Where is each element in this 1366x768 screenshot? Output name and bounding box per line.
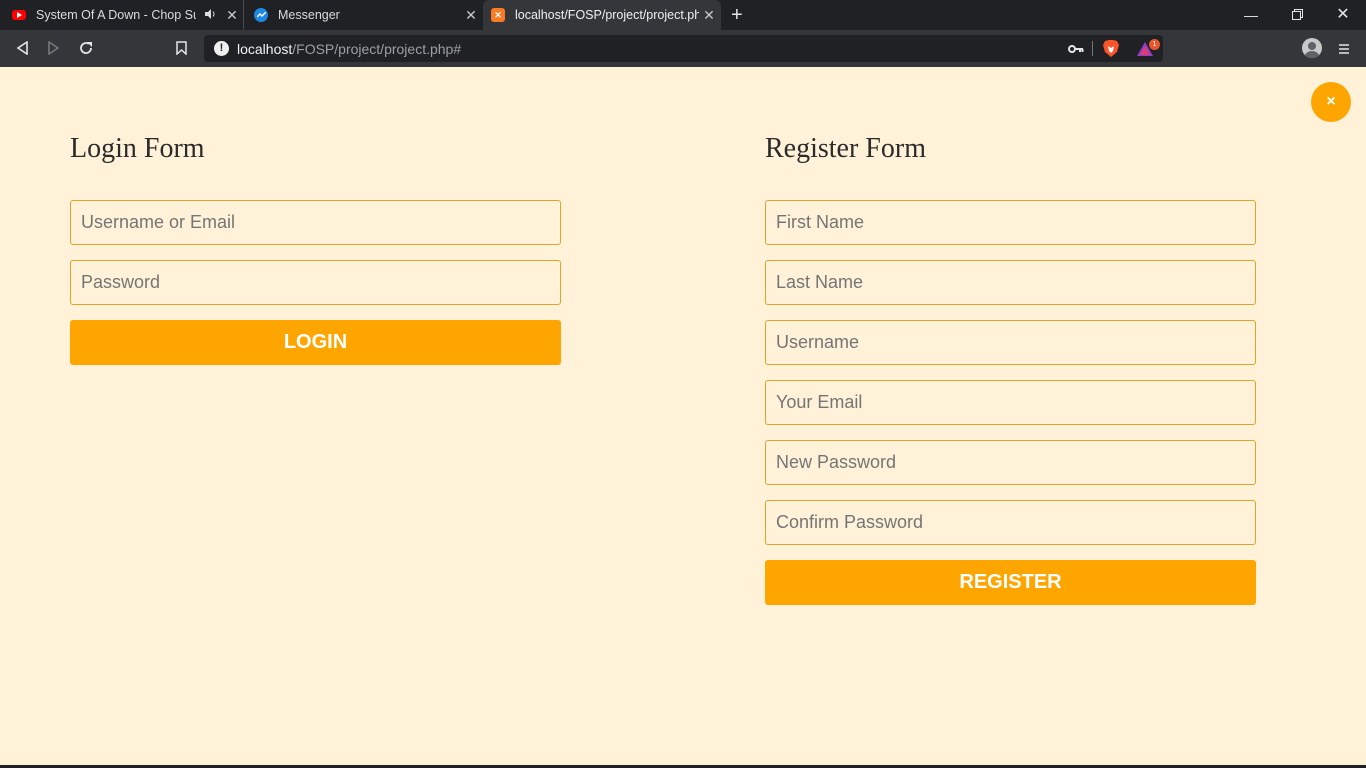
browser-toolbar: ! localhost/FOSP/project/project.php# 1 bbox=[0, 30, 1366, 67]
rewards-badge: 1 bbox=[1149, 39, 1160, 50]
restore-icon[interactable] bbox=[1287, 6, 1307, 24]
register-title: Register Form bbox=[765, 133, 926, 164]
close-tab-icon[interactable]: ✕ bbox=[464, 8, 478, 22]
tab-title: localhost/FOSP/project/project.php# bbox=[515, 8, 699, 22]
tab-strip: System Of A Down - Chop Suey ✕ Messenger… bbox=[0, 0, 1366, 30]
forward-icon bbox=[45, 39, 63, 57]
register-username-input[interactable] bbox=[765, 320, 1256, 365]
address-bar[interactable]: ! localhost/FOSP/project/project.php# 1 bbox=[204, 35, 1163, 62]
confirm-password-input[interactable] bbox=[765, 500, 1256, 545]
tab-youtube[interactable]: System Of A Down - Chop Suey ✕ bbox=[0, 0, 242, 30]
new-password-input[interactable] bbox=[765, 440, 1256, 485]
url-host: localhost bbox=[237, 41, 293, 57]
close-tab-icon[interactable]: ✕ bbox=[702, 8, 716, 22]
first-name-input[interactable] bbox=[765, 200, 1256, 245]
new-tab-button[interactable]: + bbox=[731, 5, 743, 25]
register-button[interactable]: REGISTER bbox=[765, 560, 1256, 605]
login-username-input[interactable] bbox=[70, 200, 561, 245]
email-input[interactable] bbox=[765, 380, 1256, 425]
back-icon[interactable] bbox=[13, 39, 31, 57]
messenger-icon bbox=[254, 8, 268, 22]
speaker-icon[interactable] bbox=[204, 8, 216, 22]
url-path: /FOSP/project/project.php# bbox=[292, 41, 462, 57]
xampp-icon: ✕ bbox=[491, 8, 505, 22]
close-modal-button[interactable]: × bbox=[1311, 82, 1351, 122]
divider bbox=[1092, 41, 1093, 56]
reload-icon[interactable] bbox=[77, 39, 95, 57]
login-button[interactable]: LOGIN bbox=[70, 320, 561, 365]
brave-shield-icon[interactable] bbox=[1102, 39, 1120, 63]
menu-icon[interactable] bbox=[1338, 42, 1350, 60]
last-name-input[interactable] bbox=[765, 260, 1256, 305]
bookmark-icon[interactable] bbox=[172, 39, 190, 57]
minimize-icon[interactable]: — bbox=[1241, 6, 1261, 24]
login-password-input[interactable] bbox=[70, 260, 561, 305]
url-text[interactable]: localhost/FOSP/project/project.php# bbox=[237, 41, 461, 57]
tab-messenger[interactable]: Messenger ✕ bbox=[243, 0, 483, 30]
info-icon[interactable]: ! bbox=[214, 41, 229, 56]
page-content: × Login Form LOGIN Register Form REGISTE… bbox=[0, 67, 1366, 768]
key-icon[interactable] bbox=[1068, 42, 1084, 60]
youtube-icon bbox=[12, 10, 26, 20]
login-title: Login Form bbox=[70, 133, 205, 164]
close-window-icon[interactable]: ✕ bbox=[1333, 6, 1353, 24]
profile-icon[interactable] bbox=[1302, 38, 1322, 58]
tab-title: System Of A Down - Chop Suey bbox=[36, 8, 196, 22]
tab-localhost[interactable]: ✕ localhost/FOSP/project/project.php# ✕ bbox=[483, 0, 721, 30]
tab-title: Messenger bbox=[278, 8, 340, 22]
close-tab-icon[interactable]: ✕ bbox=[225, 8, 239, 22]
